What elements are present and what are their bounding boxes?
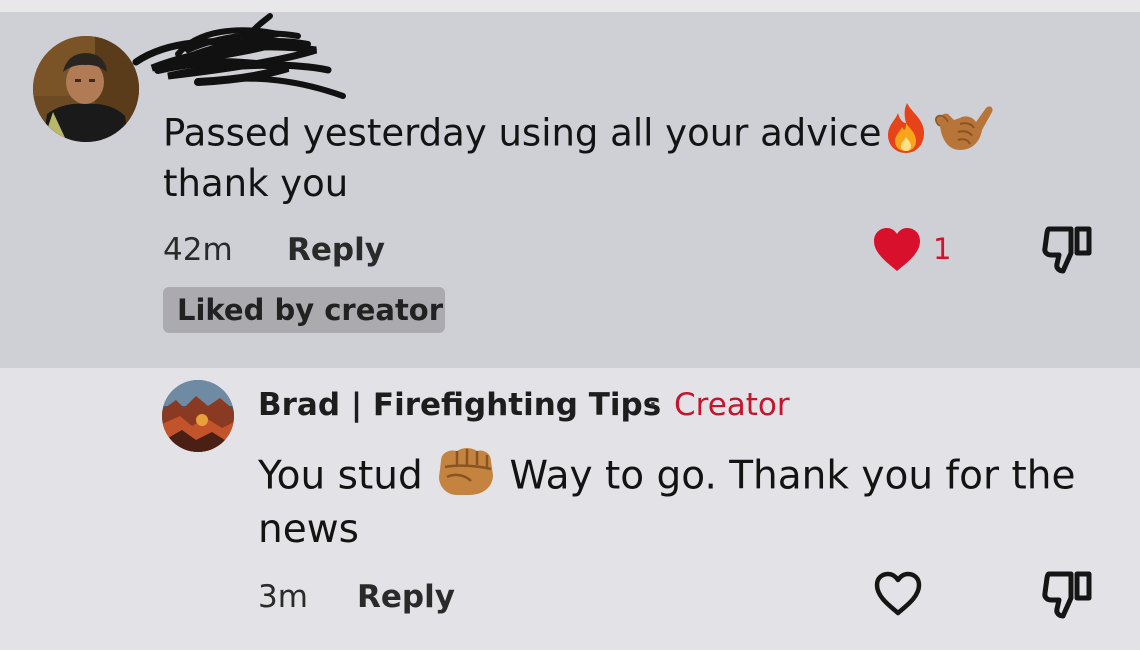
thumbs-down-icon[interactable]	[1041, 223, 1095, 275]
comment-timestamp: 42m	[163, 232, 233, 268]
heart-outline-icon[interactable]	[872, 570, 924, 618]
reply-text-part1: You stud	[258, 453, 423, 499]
heart-filled-icon[interactable]	[871, 226, 923, 274]
reply-timestamp: 3m	[258, 579, 308, 615]
liked-by-creator-badge: Liked by creator	[163, 287, 445, 333]
reply-reply-button[interactable]: Reply	[357, 576, 455, 618]
reply-text-part2: Way to go. Thank you for the	[509, 453, 1076, 499]
oncoming-fist-emoji	[435, 445, 497, 511]
comment-text-line2: thank you	[163, 162, 349, 205]
reply-author-name[interactable]: Brad | Firefighting Tips	[258, 384, 661, 426]
commenter-avatar[interactable]	[33, 36, 139, 142]
creator-avatar[interactable]	[162, 380, 234, 452]
creator-tag: Creator	[674, 387, 790, 423]
liked-by-creator-label: Liked by creator	[177, 293, 444, 327]
comment-text: Passed yesterday using all your advice	[163, 111, 882, 155]
redacted-username-scribble	[132, 13, 346, 99]
comment-like-count: 1	[933, 232, 952, 266]
reply-separator-dot: ·	[648, 387, 658, 423]
comment-reply-button[interactable]: Reply	[287, 229, 385, 271]
call-me-hand-emoji	[932, 100, 994, 170]
reply-text-line1: You stud Way to go. Thank you for the	[258, 445, 1075, 511]
fire-emoji	[882, 101, 932, 169]
thumbs-down-icon[interactable]	[1041, 568, 1095, 620]
reply-text-line2: news	[258, 507, 359, 552]
